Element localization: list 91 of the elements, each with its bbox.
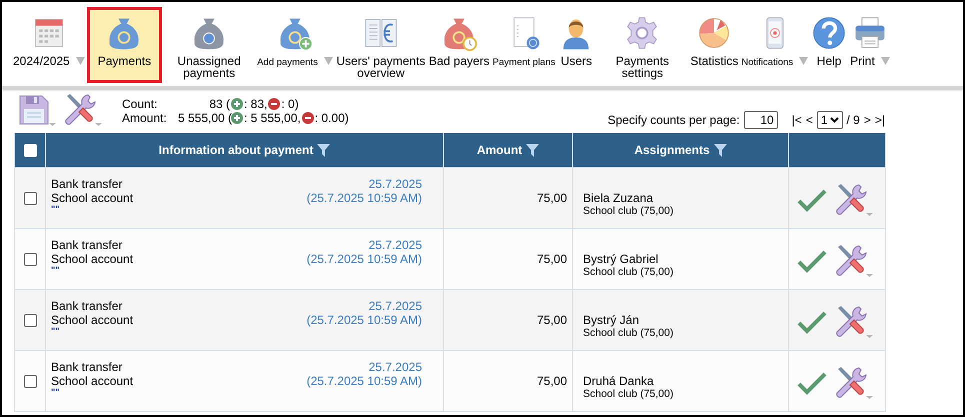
- payment-datetime: (25.7.2025 10:59 AM): [306, 313, 422, 327]
- toolbar-button[interactable]: Notifications: [740, 7, 810, 83]
- payment-datetime: (25.7.2025 10:59 AM): [306, 252, 422, 266]
- help-icon: [811, 15, 848, 51]
- assignment-text: School club (75,00): [583, 205, 674, 217]
- plus-icon: [231, 98, 243, 110]
- amount-cell: 75,00: [536, 191, 567, 205]
- toolbar-button[interactable]: Statistics: [689, 7, 740, 83]
- user-name: Druhá Danka: [583, 374, 654, 388]
- filter-icon[interactable]: [317, 144, 330, 156]
- caret-icon: [76, 57, 85, 65]
- summary-value: : 5 555,00,: [244, 111, 301, 125]
- checkbox[interactable]: [24, 314, 36, 328]
- filter-icon[interactable]: [714, 144, 727, 156]
- per-page-label: Specify counts per page:: [608, 113, 740, 127]
- payment-date: 25.7.2025: [368, 238, 422, 252]
- account-name: School account: [51, 374, 134, 388]
- check-icon[interactable]: [797, 188, 827, 212]
- assignment-text: School club (75,00): [583, 327, 674, 339]
- payment-method: Bank transfer: [51, 238, 122, 252]
- caret-icon: [880, 57, 890, 65]
- minus-icon: [302, 112, 314, 124]
- caret-icon: [324, 57, 333, 65]
- plus-icon: [231, 112, 243, 124]
- toolbar-button[interactable]: Bad payers: [428, 7, 491, 83]
- tools-icon[interactable]: [833, 183, 873, 217]
- caret-icon: [799, 57, 808, 65]
- amount-cell: 75,00: [536, 313, 567, 327]
- payment-method: Bank transfer: [51, 299, 122, 313]
- payment-note: "": [51, 388, 60, 397]
- summary-value: 5 555,00 (: [178, 111, 230, 125]
- summary-label: Count:: [122, 97, 158, 111]
- assignment-text: School club (75,00): [583, 388, 674, 400]
- user-name: Biela Zuzana: [583, 191, 654, 205]
- last-page-link[interactable]: >|: [874, 113, 885, 127]
- payment-note: "": [51, 266, 60, 275]
- tools-icon[interactable]: [833, 244, 873, 278]
- checkbox[interactable]: [24, 375, 36, 388]
- minus-icon: [268, 98, 280, 110]
- toolbar-button[interactable]: Payment plans: [492, 7, 556, 83]
- check-icon[interactable]: [797, 371, 827, 395]
- toolbar-button[interactable]: Add payments: [256, 7, 334, 83]
- payment-date: 25.7.2025: [368, 360, 422, 374]
- column-header[interactable]: Assignments: [634, 143, 710, 157]
- toolbar-button[interactable]: Payments settings: [596, 7, 688, 83]
- save-icon[interactable]: [18, 93, 56, 127]
- user-name: Bystrý Gabriel: [583, 252, 658, 266]
- account-name: School account: [51, 313, 134, 327]
- assignment-text: School club (75,00): [583, 266, 674, 278]
- per-page-field[interactable]: 10: [744, 111, 778, 129]
- column-header[interactable]: Amount: [476, 143, 522, 157]
- user-name: Bystrý Ján: [583, 313, 640, 327]
- toolbar-button[interactable]: Help: [810, 7, 848, 83]
- summary-label: Amount:: [122, 111, 168, 125]
- summary-value: : 0.00): [314, 111, 349, 125]
- account-name: School account: [51, 252, 134, 266]
- account-name: School account: [51, 191, 134, 205]
- tools-icon[interactable]: [833, 366, 873, 400]
- toolbar-button[interactable]: Unassigned payments: [163, 7, 256, 83]
- summary-value: : 0): [281, 97, 299, 111]
- next-page-link[interactable]: >: [864, 113, 871, 127]
- check-icon[interactable]: [797, 249, 827, 273]
- amount-cell: 75,00: [536, 252, 567, 266]
- chevron-icon: [830, 117, 839, 123]
- amount-cell: 75,00: [536, 374, 567, 388]
- summary-value: : 83,: [244, 97, 268, 111]
- previous-page-link[interactable]: <: [806, 113, 813, 127]
- toolbar-button[interactable]: Payments: [86, 7, 162, 83]
- column-header[interactable]: Information about payment: [158, 143, 314, 157]
- checkbox[interactable]: [24, 253, 36, 266]
- payment-datetime: (25.7.2025 10:59 AM): [306, 191, 422, 205]
- payment-note: "": [51, 205, 60, 214]
- payment-date: 25.7.2025: [368, 299, 422, 313]
- tools-icon[interactable]: [833, 305, 873, 339]
- toolbar-button[interactable]: Users: [557, 7, 596, 83]
- check-icon[interactable]: [797, 310, 827, 334]
- payment-date: 25.7.2025: [368, 177, 422, 191]
- toolbar-button[interactable]: 2024/2025: [12, 7, 86, 83]
- filter-icon[interactable]: [526, 144, 540, 156]
- payment-note: "": [51, 327, 60, 336]
- tools-icon[interactable]: [62, 93, 102, 127]
- page-select[interactable]: 1: [816, 111, 843, 129]
- toolbar-button[interactable]: Print: [849, 7, 891, 83]
- first-page-link[interactable]: |<: [792, 113, 802, 127]
- payment-datetime: (25.7.2025 10:59 AM): [306, 374, 422, 388]
- checkbox[interactable]: [24, 192, 36, 206]
- toolbar-button[interactable]: Users' payments overview: [334, 7, 427, 83]
- payment-method: Bank transfer: [51, 177, 122, 191]
- summary-value: 83 (: [208, 97, 230, 111]
- page-count: / 9: [846, 113, 860, 127]
- payment-method: Bank transfer: [51, 360, 122, 374]
